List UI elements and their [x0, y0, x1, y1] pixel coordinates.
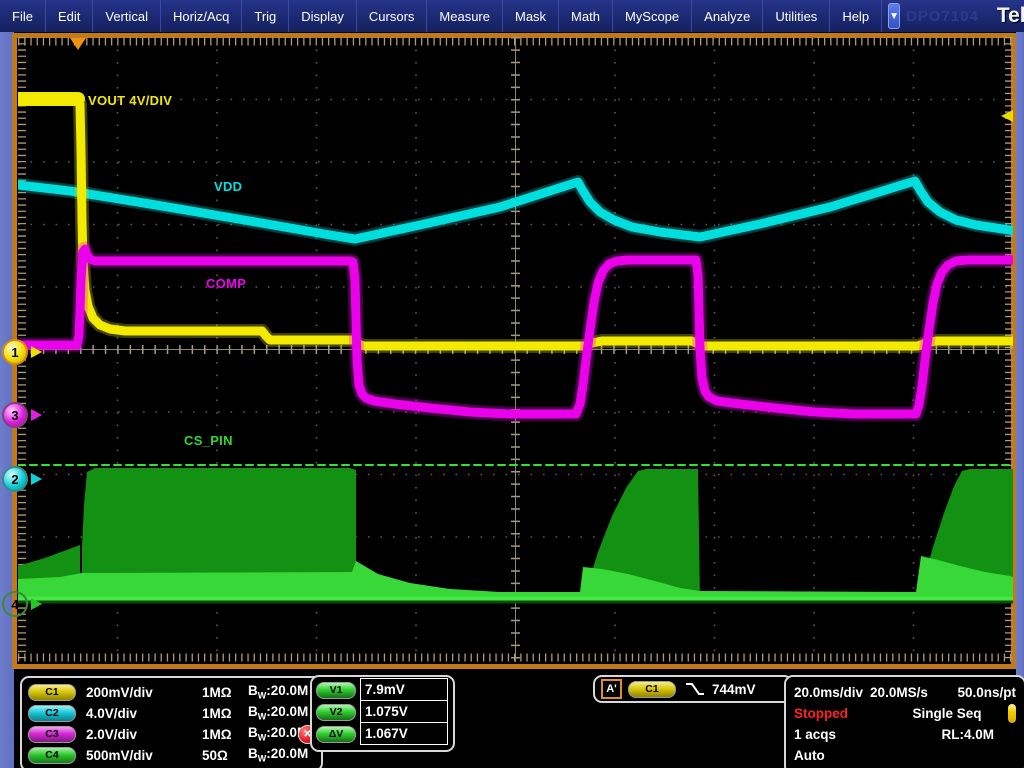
menu-horiz-acq[interactable]: Horiz/Acq — [161, 0, 242, 32]
trigger-mode-row: Auto — [794, 745, 1016, 765]
acqs-row: 1 acqs RL:4.0M — [794, 724, 1016, 744]
menu-analyze[interactable]: Analyze — [692, 0, 763, 32]
c3-scale: 2.0V/div — [86, 727, 202, 742]
c1-impedance: 1MΩ — [202, 685, 248, 700]
channel-row-c4: C4 500mV/div 50Ω BW:20.0M — [28, 745, 315, 765]
channels-panel: C1 200mV/div 1MΩ BW:20.0M C2 4.0V/div 1M… — [20, 676, 323, 768]
falling-edge-icon — [684, 681, 706, 697]
cursor-v2-row: V2 1.075V — [316, 701, 449, 723]
acquisition-panel: 20.0ms/div 20.0MS/s 50.0ns/pt Stopped Si… — [784, 675, 1024, 768]
menu-math[interactable]: Math — [559, 0, 613, 32]
menu-bar: File Edit Vertical Horiz/Acq Trig Displa… — [0, 0, 1024, 32]
resolution-value: 50.0ns/pt — [957, 685, 1016, 700]
c4-bandwidth: BW:20.0M — [248, 746, 308, 764]
oscilloscope-screen: File Edit Vertical Horiz/Acq Trig Displa… — [0, 0, 1024, 768]
c1-button[interactable]: C1 — [28, 684, 76, 701]
cursor-v1-row: V1 7.9mV — [316, 679, 449, 701]
thermometer-icon — [1008, 704, 1016, 723]
label-comp: COMP — [206, 276, 246, 291]
timebase-row: 20.0ms/div 20.0MS/s 50.0ns/pt — [794, 682, 1016, 702]
model-label: DPO7104 — [906, 8, 979, 25]
c4-button[interactable]: C4 — [28, 747, 76, 764]
v1-value: 7.9mV — [360, 678, 448, 701]
c4-scale: 500mV/div — [86, 748, 202, 763]
record-length-value: RL:4.0M — [941, 727, 994, 742]
channel-3-arrow-icon — [31, 409, 42, 421]
menu-trig[interactable]: Trig — [242, 0, 289, 32]
sample-rate-value: 20.0MS/s — [870, 685, 928, 700]
label-cs-pin: CS_PIN — [184, 433, 233, 448]
channel-2-arrow-icon — [31, 473, 42, 485]
menu-edit[interactable]: Edit — [46, 0, 93, 32]
c3-button[interactable]: C3 — [28, 726, 76, 743]
menu-file[interactable]: File — [0, 0, 46, 32]
c2-button[interactable]: C2 — [28, 705, 76, 722]
menu-vertical[interactable]: Vertical — [93, 0, 161, 32]
cursor-dv-row: ΔV 1.067V — [316, 723, 449, 745]
delta-v-button[interactable]: ΔV — [316, 726, 356, 743]
v1-button[interactable]: V1 — [316, 682, 356, 699]
status-row: Stopped Single Seq — [794, 703, 1016, 723]
acquisitions-count: 1 acqs — [794, 727, 836, 742]
delta-v-value: 1.067V — [360, 722, 448, 745]
menu-cursors[interactable]: Cursors — [357, 0, 428, 32]
menu-display[interactable]: Display — [289, 0, 357, 32]
menu-mask[interactable]: Mask — [503, 0, 559, 32]
trigger-mode-value: Auto — [794, 748, 825, 763]
trigger-channel-button[interactable]: C1 — [628, 681, 676, 698]
v2-button[interactable]: V2 — [316, 704, 356, 721]
channel-4-arrow-icon — [31, 598, 42, 610]
titlebar-right: DPO7104 Tek — ✕ — [906, 0, 1024, 32]
channel-2-marker[interactable]: 2 — [2, 466, 42, 492]
trigger-panel: A' C1 744mV — [593, 675, 793, 703]
c1-bandwidth: BW:20.0M — [248, 683, 308, 701]
menu-help[interactable]: Help — [830, 0, 882, 32]
acquisition-status: Stopped — [794, 706, 886, 721]
c4-impedance: 50Ω — [202, 748, 248, 763]
channel-row-c1: C1 200mV/div 1MΩ BW:20.0M — [28, 682, 315, 702]
channel-3-marker[interactable]: 3 — [2, 402, 42, 428]
c1-scale: 200mV/div — [86, 685, 202, 700]
channel-4-marker[interactable]: 4 — [2, 591, 42, 617]
channel-row-c2: C2 4.0V/div 1MΩ BW:20.0M — [28, 703, 315, 723]
c3-impedance: 1MΩ — [202, 727, 248, 742]
timebase-value: 20.0ms/div — [794, 685, 863, 700]
tek-logo: Tek — [997, 4, 1024, 28]
c2-bandwidth: BW:20.0M — [248, 704, 308, 722]
trigger-level-value: 744mV — [712, 682, 756, 697]
label-vout: VOUT 4V/DIV — [88, 93, 172, 108]
c2-scale: 4.0V/div — [86, 706, 202, 721]
cursor-readout-panel: V1 7.9mV V2 1.075V ΔV 1.067V — [310, 675, 455, 752]
acquisition-mode: Single Seq — [886, 706, 1008, 721]
label-vdd: VDD — [214, 179, 242, 194]
channel-1-marker[interactable]: 1 — [2, 339, 42, 365]
menu-utilities[interactable]: Utilities — [763, 0, 830, 32]
v2-value: 1.075V — [360, 700, 448, 723]
menu-measure[interactable]: Measure — [427, 0, 503, 32]
menu-myscope[interactable]: MyScope — [613, 0, 692, 32]
c2-impedance: 1MΩ — [202, 706, 248, 721]
chevron-down-icon: ▼ — [889, 11, 899, 22]
menu-overflow-button[interactable]: ▼ — [888, 3, 900, 29]
channel-1-arrow-icon — [31, 346, 42, 358]
channel-row-c3: C3 2.0V/div 1MΩ BW:20.0M ✕ — [28, 724, 315, 744]
trigger-source-badge[interactable]: A' — [601, 679, 622, 699]
waveform-display — [0, 0, 1024, 768]
